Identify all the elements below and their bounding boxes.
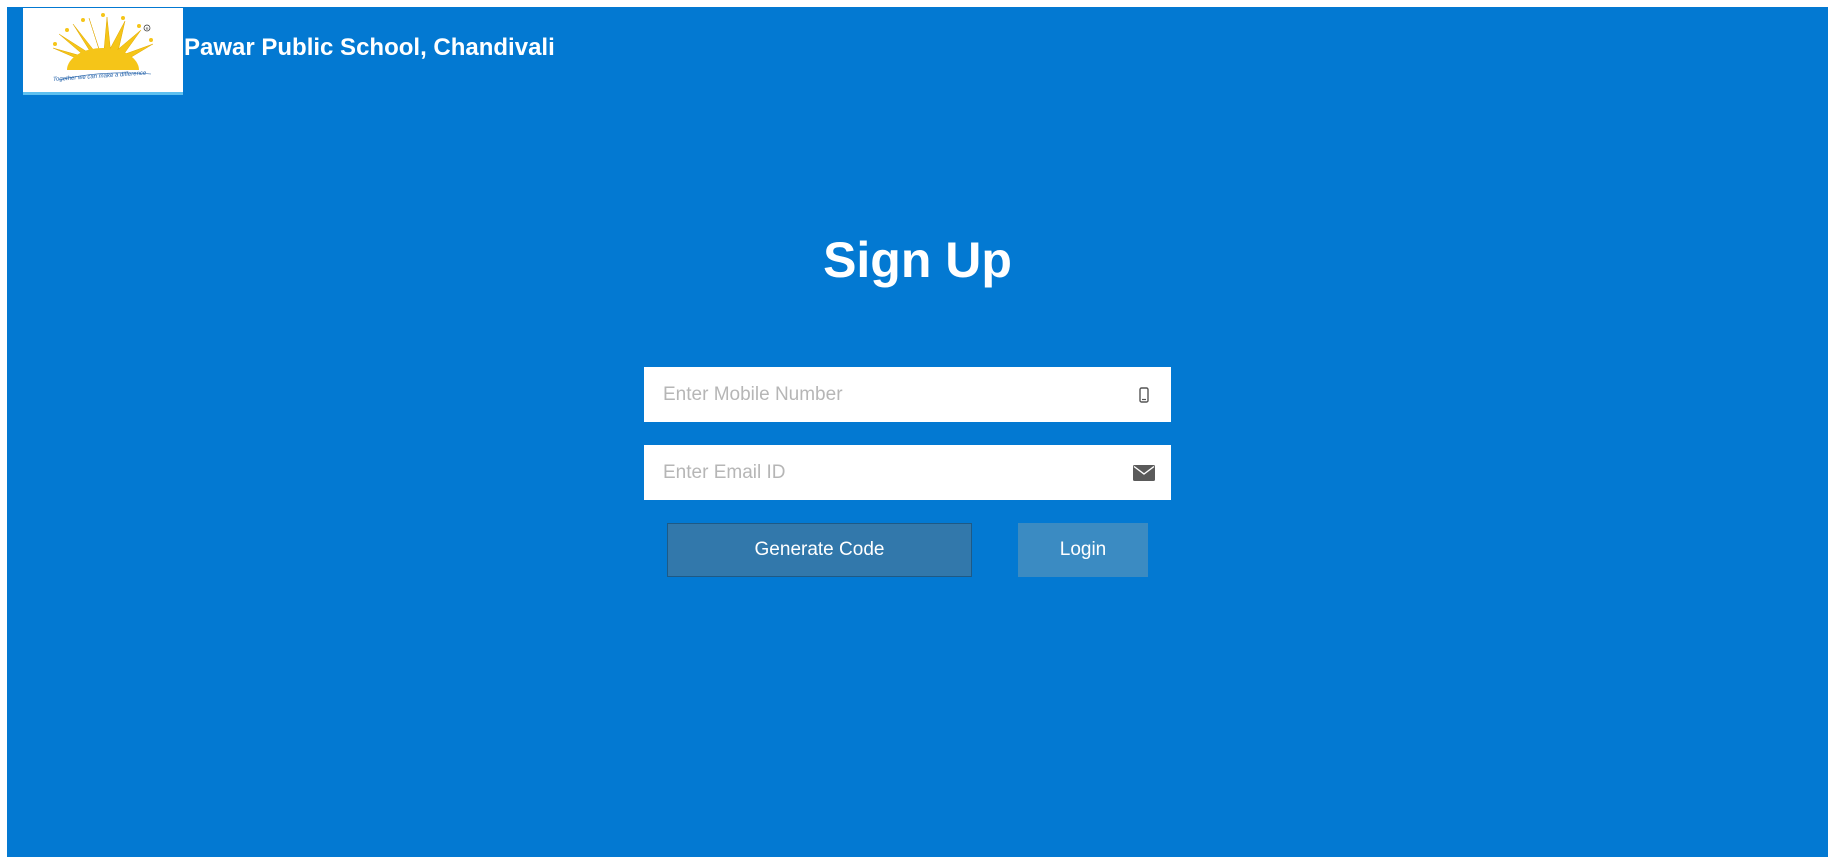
mobile-input[interactable] [644, 367, 1123, 422]
svg-text:R: R [146, 26, 149, 31]
email-field [644, 445, 1171, 500]
page-title: Sign Up [823, 232, 1012, 288]
login-button[interactable]: Login [1018, 523, 1148, 577]
school-name: Pawar Public School, Chandivali [184, 34, 555, 61]
school-logo[interactable]: R Together we can make a difference [23, 8, 183, 95]
generate-code-button[interactable]: Generate Code [667, 523, 972, 577]
mobile-field [644, 367, 1171, 422]
email-input[interactable] [644, 445, 1123, 500]
mobile-phone-icon [1131, 367, 1157, 422]
envelope-icon [1131, 445, 1157, 500]
page-background: R Together we can make a difference Pawa… [7, 7, 1828, 857]
